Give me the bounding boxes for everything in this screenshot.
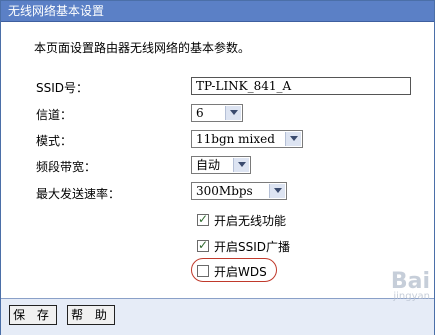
chevron-down-icon[interactable]: [233, 158, 249, 172]
channel-value: 6: [196, 106, 204, 120]
help-button[interactable]: 帮 助: [67, 305, 115, 325]
chevron-down-icon[interactable]: [269, 184, 285, 198]
bandwidth-label: 频段带宽：: [36, 160, 97, 174]
channel-select[interactable]: 6: [191, 104, 243, 122]
mode-select[interactable]: 11bgn mixed: [191, 130, 303, 148]
wds-enable-checkbox[interactable]: [197, 265, 209, 277]
wireless-enable-checkbox[interactable]: [197, 212, 209, 226]
ssid-label: SSID号：: [36, 81, 89, 95]
chevron-down-icon[interactable]: [285, 132, 301, 146]
ssid-input[interactable]: TP-LINK_841_A: [191, 77, 411, 95]
wireless-enable-label: 开启无线功能: [214, 214, 287, 228]
button-bar: 保 存 帮 助: [1, 298, 434, 335]
title-bar: 无线网络基本设置: [1, 1, 434, 22]
ssid-value: TP-LINK_841_A: [196, 79, 292, 93]
ssid-broadcast-label: 开启SSID广播: [214, 240, 291, 254]
mode-label: 模式：: [36, 134, 73, 148]
mode-value: 11bgn mixed: [196, 132, 275, 146]
wds-enable-label: 开启WDS: [214, 265, 267, 279]
bandwidth-value: 自动: [196, 158, 221, 172]
max-rate-select[interactable]: 300Mbps: [191, 182, 287, 200]
channel-label: 信道：: [36, 108, 73, 122]
max-rate-label: 最大发送速率：: [36, 187, 121, 201]
baidu-watermark-logo: Bai jingyan: [391, 269, 430, 302]
chevron-down-icon[interactable]: [225, 106, 241, 120]
watermark-sub-text: jingyan: [393, 291, 430, 302]
save-button[interactable]: 保 存: [9, 305, 57, 325]
bandwidth-select[interactable]: 自动: [191, 156, 251, 174]
max-rate-value: 300Mbps: [196, 184, 253, 198]
settings-panel: 无线网络基本设置 本页面设置路由器无线网络的基本参数。 SSID号： TP-LI…: [0, 0, 435, 335]
page-title: 无线网络基本设置: [8, 4, 105, 18]
page-description: 本页面设置路由器无线网络的基本参数。: [34, 41, 251, 55]
ssid-broadcast-checkbox[interactable]: [197, 238, 209, 252]
